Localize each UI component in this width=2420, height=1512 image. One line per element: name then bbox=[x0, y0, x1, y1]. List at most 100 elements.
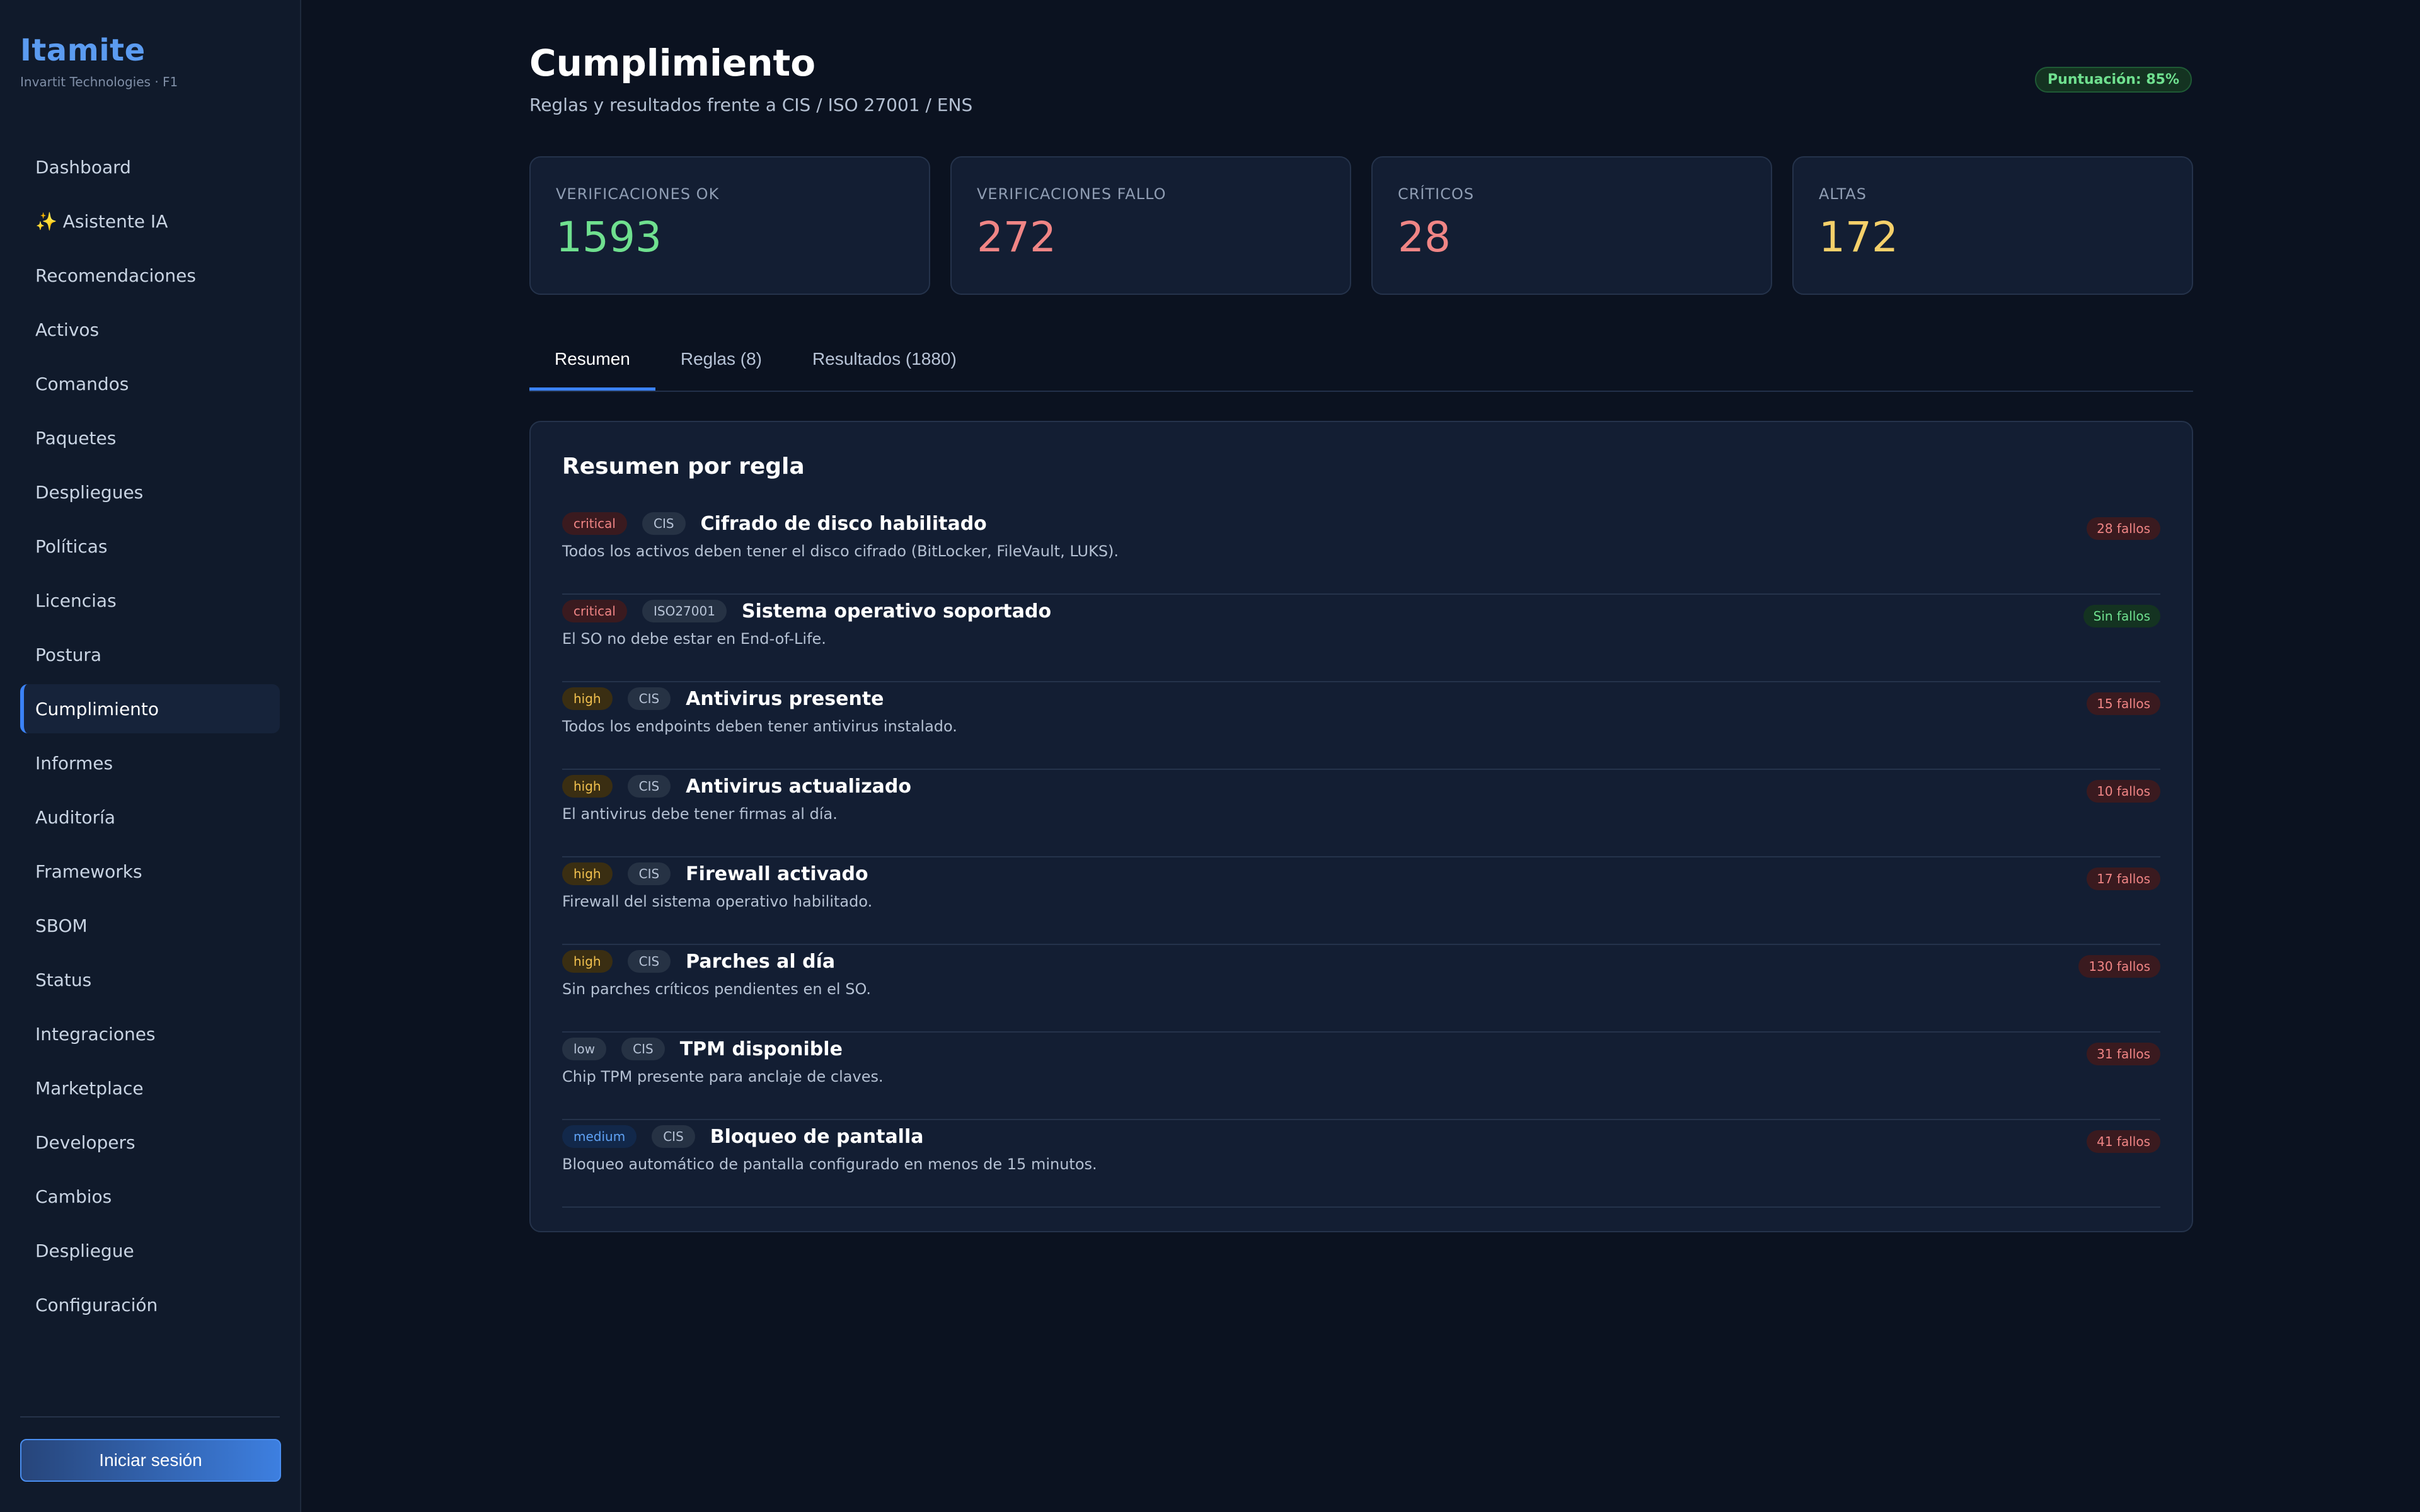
brand-logo-text[interactable]: Itamite bbox=[20, 33, 178, 68]
sidebar-divider bbox=[20, 1416, 280, 1418]
stats-row: VERIFICACIONES OK 1593 VERIFICACIONES FALL… bbox=[529, 156, 2193, 295]
sidebar-item-configuracion[interactable]: Configuración bbox=[20, 1280, 280, 1329]
framework-badge: CIS bbox=[652, 1125, 695, 1148]
rule-description: Todos los endpoints deben tener antiviru… bbox=[562, 718, 957, 735]
sidebar-item-licencias[interactable]: Licencias bbox=[20, 576, 280, 625]
rule-row[interactable]: low CIS TPM disponible Chip TPM presente pa… bbox=[562, 1033, 2160, 1120]
stat-value: 28 bbox=[1398, 213, 1451, 261]
sidebar-item-sbom[interactable]: SBOM bbox=[20, 901, 280, 950]
rule-header: low CIS TPM disponible bbox=[562, 1033, 2160, 1060]
result-badge: 130 fallos bbox=[2078, 955, 2160, 978]
sidebar-item-recomendaciones[interactable]: Recomendaciones bbox=[20, 251, 280, 300]
result-badge: 41 fallos bbox=[2087, 1130, 2160, 1153]
framework-badge: CIS bbox=[627, 775, 671, 798]
sidebar-nav: Dashboard ✨ Asistente IA Recomendaciones Ac… bbox=[20, 142, 280, 1334]
sidebar-item-paquetes[interactable]: Paquetes bbox=[20, 413, 280, 462]
stat-label: ALTAS bbox=[1819, 185, 1867, 203]
severity-badge: medium bbox=[562, 1125, 637, 1148]
rule-description: Chip TPM presente para anclaje de claves… bbox=[562, 1068, 884, 1085]
sidebar-item-frameworks[interactable]: Frameworks bbox=[20, 847, 280, 896]
panel-title: Resumen por regla bbox=[562, 454, 805, 479]
rule-row[interactable]: high CIS Antivirus actualizado El antivirus… bbox=[562, 770, 2160, 857]
stat-card-verificaciones-fallo: VERIFICACIONES FALLO 272 bbox=[950, 156, 1351, 295]
framework-badge: CIS bbox=[627, 862, 671, 885]
page-subtitle: Reglas y resultados frente a CIS / ISO 2… bbox=[529, 94, 973, 115]
framework-badge: CIS bbox=[627, 950, 671, 973]
brand-subtitle: Invartit Technologies · F1 bbox=[20, 74, 178, 89]
rule-title: Antivirus actualizado bbox=[686, 775, 911, 798]
main-content: Cumplimiento Reglas y resultados frente … bbox=[301, 0, 2420, 1512]
result-badge: 17 fallos bbox=[2087, 868, 2160, 890]
rule-description: Firewall del sistema operativo habilitad… bbox=[562, 893, 873, 910]
stat-card-altas: ALTAS 172 bbox=[1792, 156, 2193, 295]
rule-header: critical ISO27001 Sistema operativo soport… bbox=[562, 595, 2160, 622]
sidebar-item-despliegues[interactable]: Despliegues bbox=[20, 467, 280, 517]
sidebar-item-activos[interactable]: Activos bbox=[20, 305, 280, 354]
sidebar-item-despliegue[interactable]: Despliegue bbox=[20, 1226, 280, 1275]
result-badge: 28 fallos bbox=[2087, 517, 2160, 540]
result-badge: 15 fallos bbox=[2087, 692, 2160, 715]
sidebar-item-developers[interactable]: Developers bbox=[20, 1118, 280, 1167]
rule-row[interactable]: critical ISO27001 Sistema operativo soport… bbox=[562, 595, 2160, 682]
framework-badge: CIS bbox=[627, 687, 671, 710]
sidebar-item-asistente-ia[interactable]: ✨ Asistente IA bbox=[20, 197, 280, 246]
sidebar-item-politicas[interactable]: Políticas bbox=[20, 522, 280, 571]
sidebar-item-cambios[interactable]: Cambios bbox=[20, 1172, 280, 1221]
rule-description: El SO no debe estar en End-of-Life. bbox=[562, 630, 826, 648]
stat-value: 1593 bbox=[556, 213, 662, 261]
rule-row[interactable]: high CIS Antivirus presente Todos los endpo… bbox=[562, 682, 2160, 770]
page-title: Cumplimiento bbox=[529, 42, 816, 84]
tab-reglas-8[interactable]: Reglas (8) bbox=[655, 336, 787, 391]
severity-badge: high bbox=[562, 950, 613, 973]
rules-list: critical CIS Cifrado de disco habilitado To… bbox=[562, 507, 2160, 1208]
severity-badge: critical bbox=[562, 512, 627, 535]
brand: Itamite Invartit Technologies · F1 bbox=[20, 33, 178, 89]
severity-badge: high bbox=[562, 862, 613, 885]
tab-bar: Resumen Reglas (8) Resultados (1880) bbox=[529, 336, 2193, 392]
sidebar-item-comandos[interactable]: Comandos bbox=[20, 359, 280, 408]
framework-badge: CIS bbox=[642, 512, 686, 535]
sidebar-item-informes[interactable]: Informes bbox=[20, 738, 280, 788]
severity-badge: high bbox=[562, 687, 613, 710]
stat-label: CRÍTICOS bbox=[1398, 185, 1475, 203]
tab-resumen[interactable]: Resumen bbox=[529, 336, 655, 391]
stat-label: VERIFICACIONES FALLO bbox=[977, 185, 1167, 203]
sidebar-item-dashboard[interactable]: Dashboard bbox=[20, 142, 280, 192]
sidebar-item-cumplimiento[interactable]: Cumplimiento bbox=[20, 684, 280, 733]
rule-header: high CIS Parches al día bbox=[562, 945, 2160, 973]
rule-row[interactable]: critical CIS Cifrado de disco habilitado To… bbox=[562, 507, 2160, 595]
rule-description: Todos los activos deben tener el disco c… bbox=[562, 542, 1119, 560]
rule-row[interactable]: high CIS Parches al día Sin parches crítico… bbox=[562, 945, 2160, 1033]
tab-resultados-1880[interactable]: Resultados (1880) bbox=[787, 336, 982, 391]
rule-title: Cifrado de disco habilitado bbox=[700, 512, 987, 535]
result-badge: 10 fallos bbox=[2087, 780, 2160, 803]
rule-row[interactable]: high CIS Firewall activado Firewall del sis… bbox=[562, 857, 2160, 945]
sidebar: Itamite Invartit Technologies · F1 Dashb… bbox=[0, 0, 301, 1512]
login-button[interactable]: Iniciar sesión bbox=[20, 1439, 281, 1482]
sidebar-item-auditoria[interactable]: Auditoría bbox=[20, 793, 280, 842]
result-badge: Sin fallos bbox=[2083, 605, 2160, 627]
severity-badge: high bbox=[562, 775, 613, 798]
rule-title: Bloqueo de pantalla bbox=[710, 1125, 924, 1148]
result-badge: 31 fallos bbox=[2087, 1043, 2160, 1065]
rule-header: high CIS Firewall activado bbox=[562, 857, 2160, 885]
sidebar-item-integraciones[interactable]: Integraciones bbox=[20, 1009, 280, 1058]
rule-title: Parches al día bbox=[686, 950, 836, 973]
rule-title: TPM disponible bbox=[679, 1038, 843, 1060]
framework-badge: ISO27001 bbox=[642, 600, 727, 622]
stat-value: 172 bbox=[1819, 213, 1898, 261]
framework-badge: CIS bbox=[621, 1038, 665, 1060]
stat-label: VERIFICACIONES OK bbox=[556, 185, 720, 203]
rule-header: critical CIS Cifrado de disco habilitado bbox=[562, 507, 2160, 535]
rule-row[interactable]: medium CIS Bloqueo de pantalla Bloqueo auto… bbox=[562, 1120, 2160, 1208]
stat-card-criticos: CRÍTICOS 28 bbox=[1371, 156, 1772, 295]
rule-description: El antivirus debe tener firmas al día. bbox=[562, 805, 838, 823]
rule-description: Bloqueo automático de pantalla configura… bbox=[562, 1155, 1097, 1173]
sidebar-item-marketplace[interactable]: Marketplace bbox=[20, 1063, 280, 1113]
rule-title: Antivirus presente bbox=[686, 687, 884, 710]
rule-title: Firewall activado bbox=[686, 862, 868, 885]
sidebar-item-postura[interactable]: Postura bbox=[20, 630, 280, 679]
rule-description: Sin parches críticos pendientes en el SO… bbox=[562, 980, 871, 998]
sidebar-item-status[interactable]: Status bbox=[20, 955, 280, 1004]
summary-panel: Resumen por regla critical CIS Cifrado de … bbox=[529, 421, 2193, 1232]
